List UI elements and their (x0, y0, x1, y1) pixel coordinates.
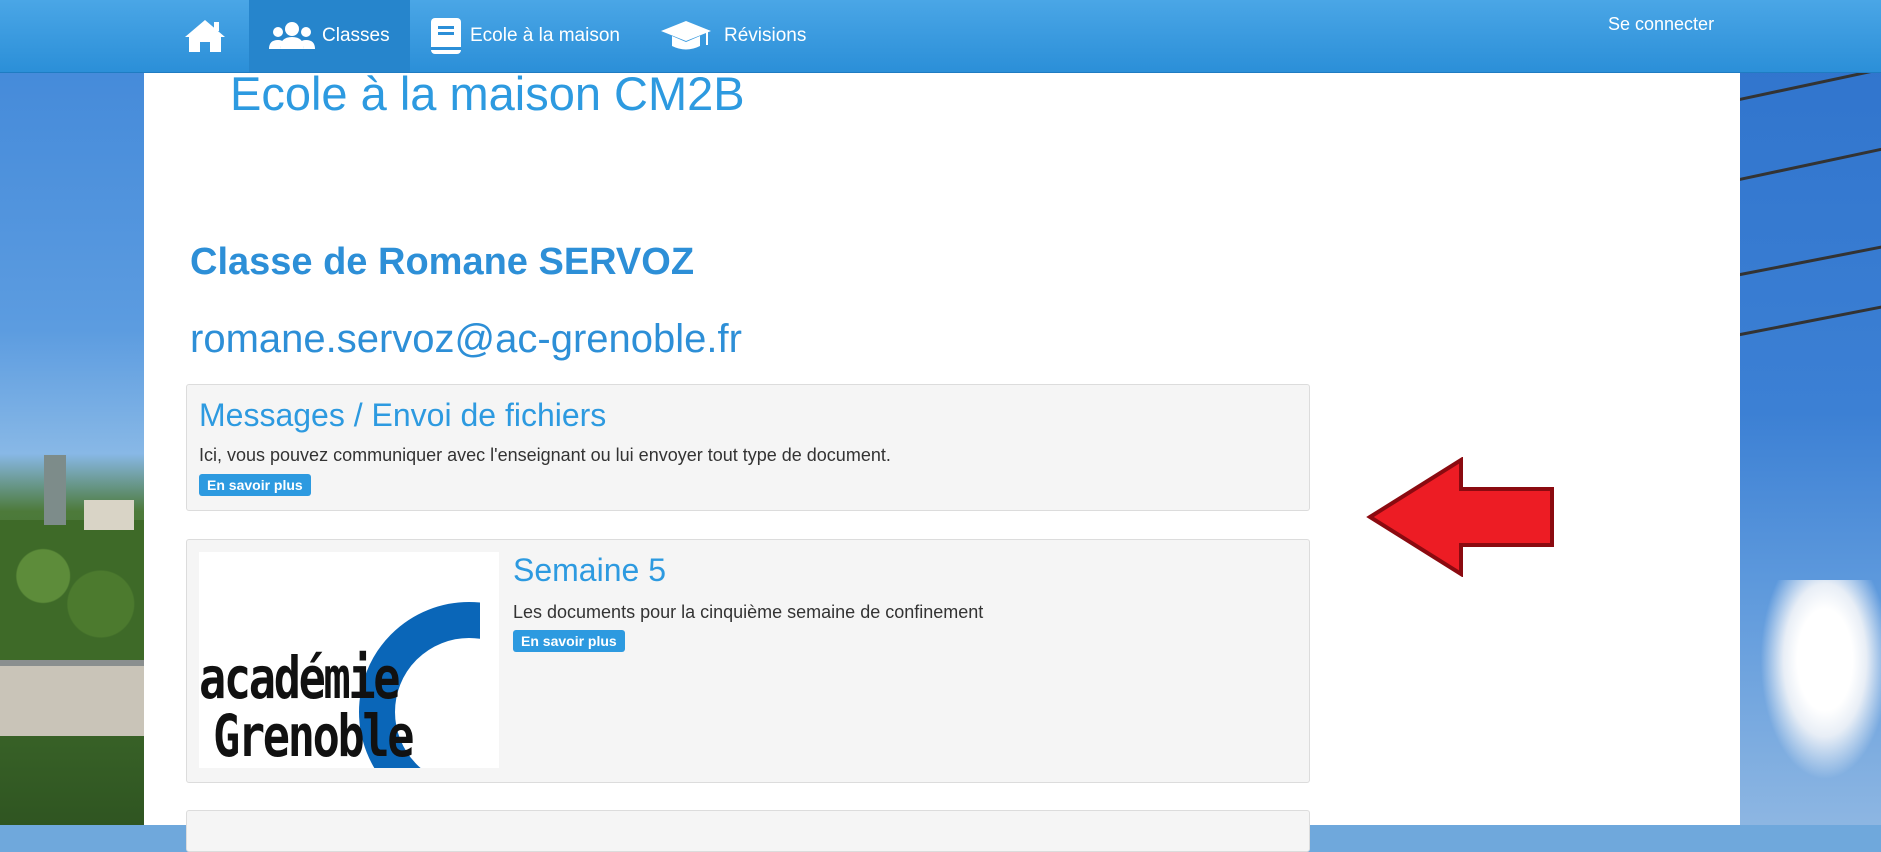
page-title: Classe de Romane SERVOZ (190, 241, 695, 283)
background-building (0, 660, 144, 736)
background-cable (1740, 144, 1881, 183)
background-building (84, 500, 134, 530)
top-navbar: Classes Ecole à la maison Révisions Se c… (0, 0, 1881, 73)
background-trees (0, 520, 144, 660)
graduation-cap-icon (660, 19, 712, 53)
nav-item-label: Ecole à la maison (470, 25, 620, 46)
users-icon (268, 21, 316, 51)
card-title[interactable]: Semaine 5 (513, 552, 666, 589)
book-icon (430, 17, 462, 55)
background-cable (1740, 242, 1881, 278)
nav-ecole-maison[interactable]: Ecole à la maison (430, 0, 620, 72)
card-description: Ici, vous pouvez communiquer avec l'ense… (199, 445, 891, 465)
academie-grenoble-logo: académie Grenoble (199, 552, 499, 768)
site-title: Ecole à la maison CM2B (230, 67, 745, 120)
card-messages: Messages / Envoi de fichiers Ici, vous p… (186, 384, 1310, 511)
background-cloud (1760, 580, 1881, 780)
card-next (186, 810, 1310, 852)
card-semaine-5: académie Grenoble Semaine 5 Les document… (186, 539, 1310, 783)
background-cable (1740, 302, 1881, 338)
logo-text-grenoble: Grenoble (213, 702, 415, 768)
red-arrow-pointer (1366, 456, 1556, 582)
read-more-button[interactable]: En savoir plus (513, 630, 625, 652)
card-description: Les documents pour la cinquième semaine … (513, 602, 984, 622)
teacher-email: romane.servoz@ac-grenoble.fr (190, 317, 742, 361)
nav-item-label: Révisions (724, 25, 807, 46)
card-title[interactable]: Messages / Envoi de fichiers (199, 397, 606, 434)
nav-home[interactable] (170, 0, 240, 72)
home-icon (183, 18, 227, 54)
nav-revisions[interactable]: Révisions (660, 0, 806, 72)
background-scenery-left (0, 0, 144, 825)
background-scenery-right (1740, 0, 1881, 825)
main-content: Ecole à la maison CM2B Classe de Romane … (144, 67, 1740, 852)
read-more-button[interactable]: En savoir plus (199, 474, 311, 496)
login-link[interactable]: Se connecter (1608, 14, 1714, 35)
background-tower (44, 455, 66, 525)
nav-classes[interactable]: Classes (249, 0, 410, 72)
nav-item-label: Classes (322, 25, 390, 46)
